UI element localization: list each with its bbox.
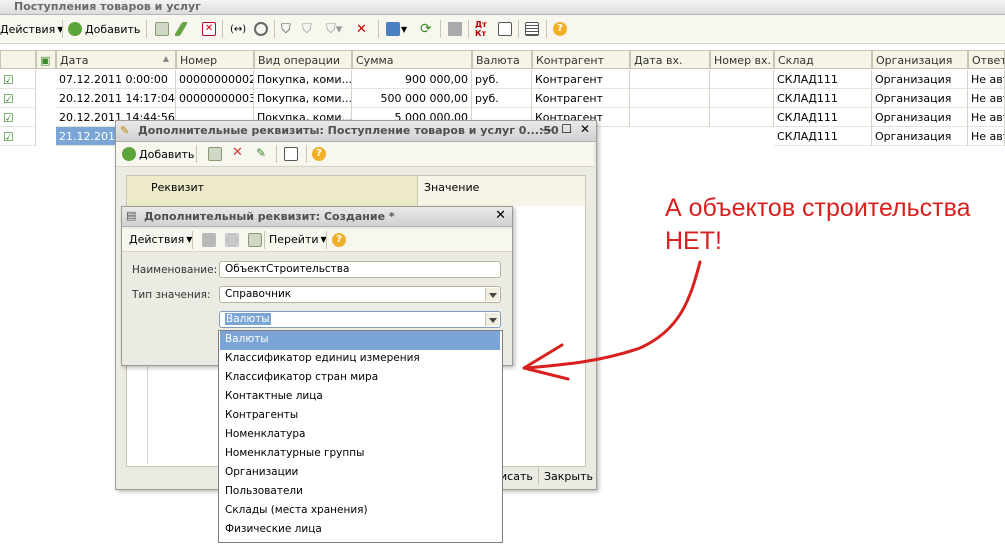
annotation-arrow-icon: [522, 260, 702, 381]
